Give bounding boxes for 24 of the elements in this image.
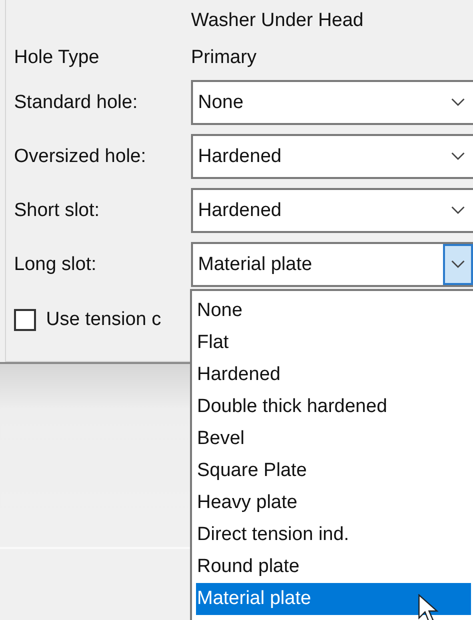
dropdown-option[interactable]: Round plate — [196, 551, 471, 583]
dropdown-option[interactable]: None — [196, 295, 471, 327]
field-label: Standard hole: — [14, 92, 139, 114]
hole-type-label: Hole Type — [14, 47, 100, 69]
dropdown-field[interactable]: None — [191, 80, 473, 125]
dropdown-option[interactable]: Heavy plate — [196, 487, 471, 519]
dropdown-option[interactable]: Material plate — [196, 583, 471, 615]
dropdown-option[interactable]: Flat — [196, 327, 471, 359]
dropdown-field[interactable]: Hardened — [191, 188, 473, 233]
field-label: Long slot: — [14, 254, 98, 276]
dropdown-option[interactable]: Bevel — [196, 423, 471, 455]
chevron-icon[interactable] — [443, 244, 473, 285]
field-label: Short slot: — [14, 200, 101, 222]
checkbox[interactable] — [14, 309, 36, 331]
checkbox-label: Use tension c — [46, 309, 162, 331]
field-label: Oversized hole: — [14, 146, 148, 168]
dropdown-option[interactable]: Direct tension ind. — [196, 519, 471, 551]
dropdown-option[interactable]: Double thick hardened — [196, 391, 471, 423]
hole-type-value: Primary — [191, 47, 256, 69]
column-header: Washer Under Head — [191, 10, 364, 32]
dropdown-option[interactable]: Hardened — [196, 359, 471, 391]
dropdown-field[interactable]: Hardened — [191, 134, 473, 179]
dropdown-field[interactable]: Material plate — [191, 242, 473, 287]
dropdown-option[interactable]: Square Plate — [196, 455, 471, 487]
